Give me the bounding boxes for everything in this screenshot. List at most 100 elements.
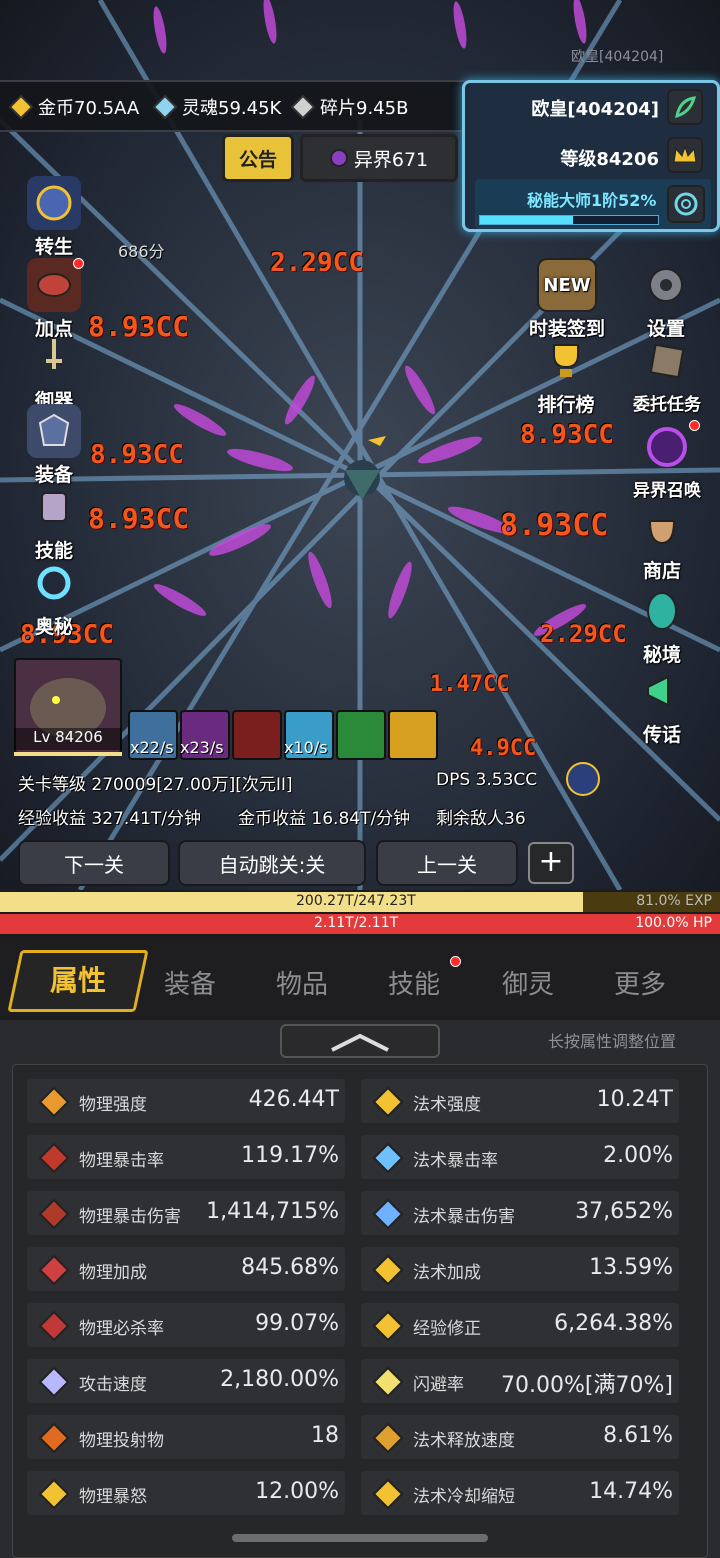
crown-icon[interactable] <box>667 137 703 173</box>
attribute-row[interactable]: 物理暴击伤害 1,414,715% <box>27 1191 345 1235</box>
skill-golden-fury[interactable] <box>388 710 438 760</box>
notice-button[interactable]: 公告 <box>222 134 294 182</box>
attribute-row[interactable]: 攻击速度 2,180.00% <box>27 1359 345 1403</box>
tab-more[interactable]: 更多 <box>614 964 666 1001</box>
notification-dot <box>73 258 84 269</box>
realm-button[interactable]: 异界671 <box>300 134 458 182</box>
auto-skip-button[interactable]: 自动跳关:关 <box>178 840 366 886</box>
attribute-name: 法术暴击率 <box>413 1151 498 1171</box>
player-panel[interactable]: 欧皇[404204] 等级84206 秘能大师1阶52% <box>462 80 720 232</box>
attribute-value: 8.61% <box>603 1423 673 1448</box>
attribute-name: 物理加成 <box>79 1263 147 1283</box>
attribute-name: 经验修正 <box>413 1319 481 1339</box>
otherworld-summon-label: 异界召唤 <box>633 481 701 501</box>
attribute-name: 物理暴击率 <box>79 1151 164 1171</box>
attribute-name: 法术冷却缩短 <box>413 1487 515 1507</box>
skills-button[interactable]: 技能 <box>14 480 94 563</box>
mastery-label: 秘能大师1阶52% <box>527 191 657 210</box>
attribute-row[interactable]: 法术暴击伤害 37,652% <box>361 1191 679 1235</box>
arcane-button[interactable]: 奥秘 <box>14 556 94 639</box>
stage-level: 关卡等级 270009[27.00万][次元II] <box>18 775 293 795</box>
collapse-handle[interactable] <box>280 1024 440 1058</box>
resource-bar: 金币70.5AA 灵魂59.45K 碎片9.45B <box>0 80 470 132</box>
skill-eye-of-nature[interactable] <box>336 710 386 760</box>
attribute-row[interactable]: 物理投射物 18 <box>27 1415 345 1459</box>
damage-number: 4.9CC <box>470 736 537 761</box>
physical-crit-damage-icon <box>37 1197 71 1231</box>
tab-attributes[interactable]: 属性 <box>7 950 149 1012</box>
broadcast-button[interactable]: 传话 <box>622 664 702 747</box>
exp-bar-text: 200.27T/247.23T <box>296 893 416 909</box>
spell-crit-damage-icon <box>371 1197 405 1231</box>
attribute-name: 物理投射物 <box>79 1431 164 1451</box>
hp-bar-percent: 100.0% HP <box>635 915 712 931</box>
attribute-row[interactable]: 经验修正 6,264.38% <box>361 1303 679 1347</box>
enemies-remaining: 剩余敌人36 <box>436 809 526 829</box>
attribute-name: 物理暴怒 <box>79 1487 147 1507</box>
attribute-name: 物理暴击伤害 <box>79 1207 181 1227</box>
damage-number: 8.93CC <box>90 440 184 470</box>
attribute-row[interactable]: 法术释放速度 8.61% <box>361 1415 679 1459</box>
new-badge-text: NEW <box>543 274 591 296</box>
ranking-button[interactable]: 排行榜 <box>526 334 606 417</box>
tab-spirits[interactable]: 御灵 <box>502 964 554 1001</box>
physical-power-icon <box>37 1085 71 1119</box>
mastery-bar <box>479 215 659 225</box>
tab-items[interactable]: 物品 <box>276 964 328 1001</box>
quest-icon <box>640 334 694 388</box>
gold-coin-icon <box>8 94 34 120</box>
ranking-label: 排行榜 <box>537 394 595 416</box>
attribute-row[interactable]: 法术加成 13.59% <box>361 1247 679 1291</box>
rebirth-button[interactable]: 转生 <box>14 176 94 259</box>
plus-button[interactable]: + <box>528 842 574 884</box>
realm-label: 异界671 <box>353 148 429 171</box>
player-name: 欧皇[404204] <box>531 99 659 120</box>
notification-dot <box>689 420 700 431</box>
spell-power-icon <box>371 1085 405 1119</box>
gold-resource: 金币70.5AA <box>8 94 139 120</box>
tab-skills[interactable]: 技能 <box>388 964 440 1001</box>
vortex-icon <box>27 556 81 610</box>
notification-dot <box>450 956 461 967</box>
equipment-button[interactable]: 装备 <box>14 404 94 487</box>
attribute-row[interactable]: 闪避率 70.00%[满70%] <box>361 1359 679 1403</box>
attribute-value: 119.17% <box>241 1143 339 1168</box>
new-badge-icon: NEW <box>537 258 597 312</box>
attribute-row[interactable]: 物理暴怒 12.00% <box>27 1471 345 1515</box>
exp-income: 经验收益 327.41T/分钟 <box>18 809 201 829</box>
tab-equipment[interactable]: 装备 <box>164 964 216 1001</box>
battle-scene[interactable]: 欧皇[404204] 2.29CC 8.93CC 8.93CC 8.93CC 4… <box>0 0 720 890</box>
dps-readout: DPS 3.53CC <box>436 770 538 790</box>
otherworld-summon-button[interactable]: 异界召唤 <box>622 420 712 501</box>
attribute-row[interactable]: 法术暴击率 2.00% <box>361 1135 679 1179</box>
next-stage-button[interactable]: 下一关 <box>18 840 170 886</box>
attribute-row[interactable]: 法术强度 10.24T <box>361 1079 679 1123</box>
attribute-row[interactable]: 物理暴击率 119.17% <box>27 1135 345 1179</box>
attribute-name: 攻击速度 <box>79 1375 147 1395</box>
trophy-icon <box>539 334 593 388</box>
fashion-signin-button[interactable]: NEW 时装签到 <box>522 258 612 341</box>
spiral-icon[interactable] <box>667 185 705 223</box>
cast-speed-icon <box>371 1421 405 1455</box>
hp-bar-text: 2.11T/2.11T <box>314 915 399 931</box>
secret-realm-button[interactable]: 秘境 <box>622 584 702 667</box>
prev-stage-button[interactable]: 上一关 <box>376 840 518 886</box>
leaf-icon[interactable] <box>667 89 703 125</box>
attribute-row[interactable]: 物理强度 426.44T <box>27 1079 345 1123</box>
shard-resource: 碎片9.45B <box>290 94 408 120</box>
secret-realm-label: 秘境 <box>642 644 681 666</box>
skill-blood-rune[interactable] <box>232 710 282 760</box>
weapon-button[interactable]: 御器 <box>14 330 94 413</box>
quest-button[interactable]: 委托任务 <box>622 334 712 415</box>
attribute-row[interactable]: 物理加成 845.68% <box>27 1247 345 1291</box>
settings-button[interactable]: 设置 <box>626 258 706 341</box>
soul-amount: 灵魂59.45K <box>182 98 282 119</box>
attribute-row[interactable]: 物理必杀率 99.07% <box>27 1303 345 1347</box>
attribute-row[interactable]: 法术冷却缩短 14.74% <box>361 1471 679 1515</box>
add-points-button[interactable]: 加点 <box>14 258 94 341</box>
home-indicator[interactable] <box>232 1534 488 1542</box>
exp-bar-percent: 81.0% EXP <box>636 893 712 909</box>
physical-crit-icon <box>37 1141 71 1175</box>
shop-button[interactable]: 商店 <box>622 500 702 583</box>
armor-icon <box>27 404 81 458</box>
